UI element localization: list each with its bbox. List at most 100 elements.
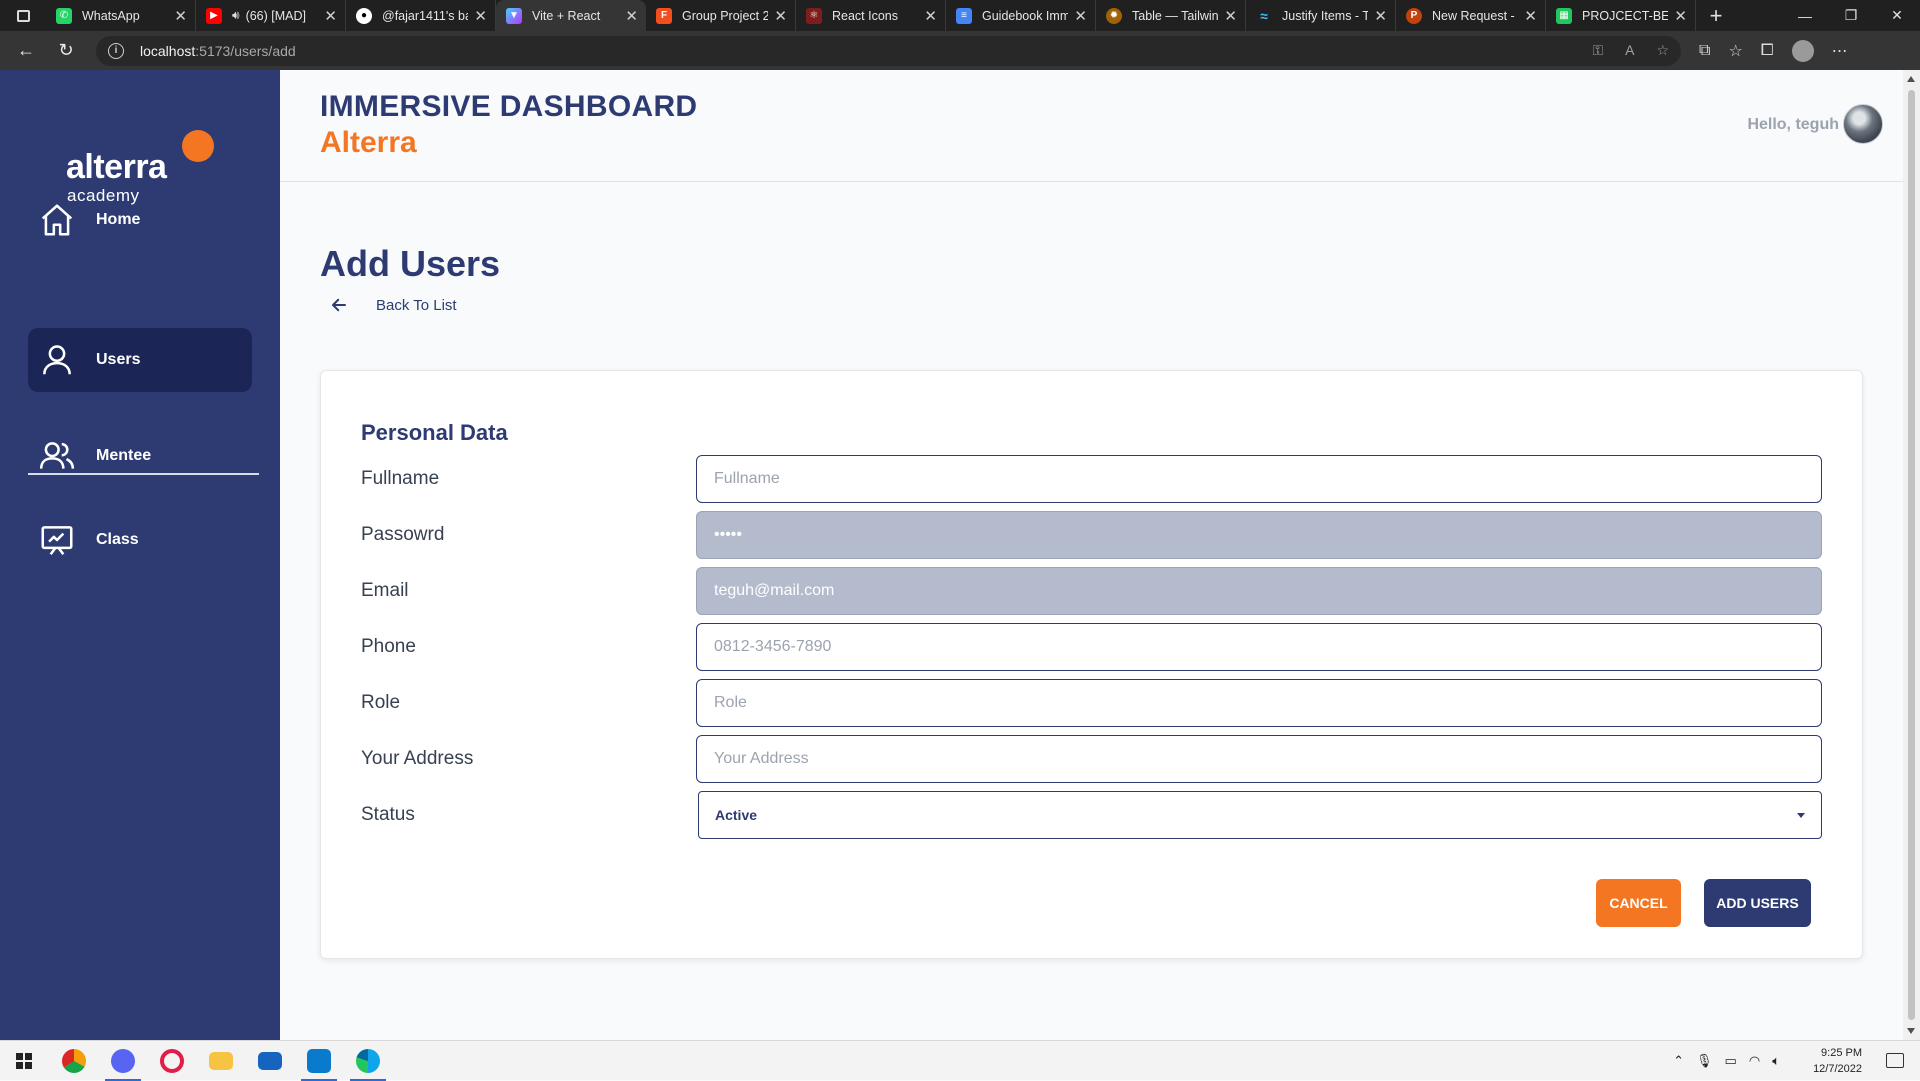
back-arrow-icon[interactable]: ← [6,35,46,67]
profile-icon[interactable] [1791,39,1814,62]
extensions-icon[interactable]: ⧉ [1699,42,1710,60]
windows-start-icon[interactable] [0,1041,48,1081]
mail-icon[interactable] [246,1041,294,1081]
role-input[interactable] [696,679,1822,727]
close-tab-icon[interactable]: ✕ [924,7,937,25]
add-users-button[interactable]: ADD USERS [1704,879,1811,927]
tab[interactable]: P New Request - J ✕ [1396,0,1546,31]
home-icon [41,204,73,236]
scroll-down-icon[interactable] [1907,1028,1915,1034]
key-icon[interactable]: ⚿ [1592,42,1603,59]
chevron-down-icon [1797,812,1805,818]
favorites-icon[interactable]: ☆ [1728,41,1742,61]
minimize-icon[interactable]: — [1782,0,1828,31]
sidebar-item-class[interactable]: Class [28,508,252,572]
speaker-icon[interactable]: 🔊︎ [232,8,240,23]
scroll-up-icon[interactable] [1907,76,1915,82]
presentation-icon [41,526,73,556]
close-tab-icon[interactable]: ✕ [1674,7,1687,25]
sidebar-item-mentee[interactable]: Mentee [28,424,252,488]
back-to-list-link[interactable]: Back To List [330,296,457,314]
address-input[interactable] [696,735,1822,783]
status-label: Status [361,804,415,825]
tab[interactable]: ▦PROJCECT-BE13✕ [1546,0,1696,31]
microphone-icon[interactable]: 🎙︎ [1696,1053,1713,1069]
close-tab-icon[interactable]: ✕ [1524,7,1537,25]
tab[interactable]: ⚛ React Icons ✕ [796,0,946,31]
email-input[interactable]: teguh@mail.com [696,567,1822,615]
tab[interactable]: ≡ Guidebook Imm ✕ [946,0,1096,31]
address-label: Your Address [361,748,474,769]
tab[interactable]: ▶ 🔊︎ (66) [MAD] ✕ [196,0,346,31]
reload-icon[interactable]: ↻ [46,35,86,67]
users-icon [39,442,75,469]
phone-input[interactable] [696,623,1822,671]
browser-toolbar: ← ↻ i localhost:5173/users/add ⚿ A ☆ ⧉ ☆… [0,31,1920,70]
tab-actions-menu[interactable] [0,0,46,31]
window-controls: — ❐ ✕ [1782,0,1920,31]
address-bar[interactable]: i localhost:5173/users/add ⚿ A ☆ [96,35,1681,66]
tab[interactable]: ✹ Table — Tailwinc ✕ [1096,0,1246,31]
close-tab-icon[interactable]: ✕ [625,7,638,25]
email-label: Email [361,580,409,601]
section-title: Personal Data [361,420,508,445]
restore-icon[interactable]: ❐ [1828,0,1874,31]
vscode-icon[interactable] [295,1041,343,1081]
postman-icon: P [1406,7,1422,24]
favorite-star-icon[interactable]: ☆ [1656,42,1669,59]
file-explorer-icon[interactable] [197,1041,245,1081]
close-window-icon[interactable]: ✕ [1874,0,1920,31]
discord-icon[interactable] [99,1041,147,1081]
info-icon[interactable]: i [108,42,124,59]
tab[interactable]: ● @fajar1411's ba ✕ [346,0,496,31]
clock[interactable]: 9:25 PM 12/7/2022 [1813,1045,1862,1077]
wifi-icon[interactable]: ◠ [1749,1053,1760,1069]
windows-taskbar: ⌃ 🎙︎ ▭ ◠ 🔈︎ 9:25 PM 12/7/2022 [0,1040,1920,1081]
github-icon: ● [356,7,372,24]
fullname-label: Fullname [361,468,440,489]
tab-active[interactable]: ▼ Vite + React ✕ [496,0,646,31]
close-tab-icon[interactable]: ✕ [324,7,337,25]
user-icon [43,345,71,375]
vertical-scrollbar[interactable] [1903,70,1920,1040]
google-docs-icon: ≡ [956,7,972,24]
collections-icon[interactable]: ⧠ [1761,42,1774,60]
tab[interactable]: F Group Project 2 ✕ [646,0,796,31]
chevron-up-icon[interactable]: ⌃ [1673,1053,1684,1069]
cancel-button[interactable]: CANCEL [1596,879,1681,927]
notification-icon[interactable] [1886,1053,1904,1068]
fullname-input[interactable] [696,455,1822,503]
more-icon[interactable]: ⋯ [1832,41,1848,61]
close-tab-icon[interactable]: ✕ [1074,7,1087,25]
logo-dot [182,130,214,162]
volume-icon[interactable]: 🔈︎ [1772,1053,1780,1069]
whatsapp-icon: ✆ [56,7,72,24]
close-tab-icon[interactable]: ✕ [1374,7,1387,25]
close-tab-icon[interactable]: ✕ [774,7,787,25]
dashboard-title: IMMERSIVE DASHBOARD [320,90,698,123]
close-tab-icon[interactable]: ✕ [474,7,487,25]
youtube-icon: ▶ [206,7,222,24]
vite-icon: ▼ [506,7,522,24]
chrome-canary-icon[interactable] [50,1041,98,1081]
new-tab-button[interactable]: + [1696,3,1736,29]
scroll-thumb[interactable] [1908,90,1915,1020]
close-tab-icon[interactable]: ✕ [1224,7,1237,25]
figma-icon: F [656,7,672,24]
password-input[interactable]: ••••• [696,511,1822,559]
url-path: :5173/users/add [195,42,296,59]
tailwind-icon: ≈ [1260,7,1268,24]
tab[interactable]: ✆ WhatsApp ✕ [46,0,196,31]
sidebar-item-users[interactable]: Users [28,328,252,392]
status-select[interactable]: Active [698,791,1822,839]
opera-icon[interactable] [148,1041,196,1081]
sidebar-item-home[interactable]: Home [28,188,252,252]
read-aloud-icon[interactable]: A [1625,42,1634,59]
edge-icon[interactable] [344,1041,392,1081]
avatar[interactable] [1843,104,1883,144]
battery-icon[interactable]: ▭ [1725,1053,1737,1069]
close-tab-icon[interactable]: ✕ [174,7,187,25]
system-tray: ⌃ 🎙︎ ▭ ◠ 🔈︎ [1673,1041,1780,1081]
sheets-icon: ▦ [1556,7,1572,24]
tab[interactable]: ≈ Justify Items - T ✕ [1246,0,1396,31]
